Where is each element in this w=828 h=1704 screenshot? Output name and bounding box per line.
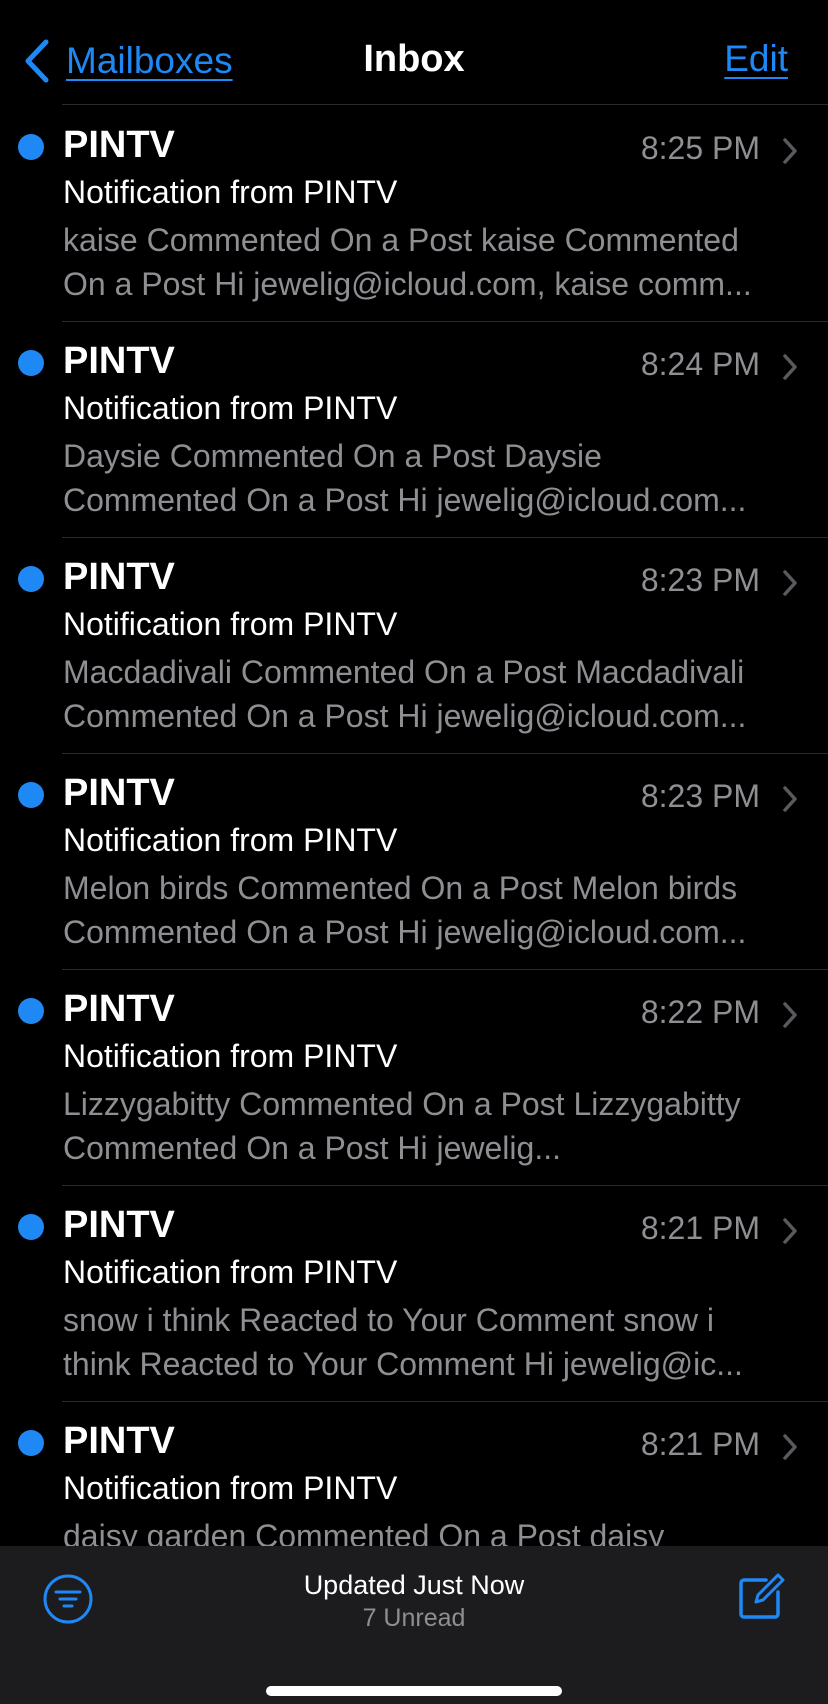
- bottom-toolbar: Updated Just Now 7 Unread: [0, 1546, 828, 1704]
- unread-indicator: [18, 566, 44, 592]
- mail-inbox-screen: Mailboxes Inbox Edit PINTV 8:25 PM Notif…: [0, 0, 828, 1704]
- message-preview: Lizzygabitty Commented On a Post Lizzyga…: [63, 1086, 741, 1166]
- message-sender: PINTV: [63, 772, 175, 814]
- unread-indicator: [18, 1430, 44, 1456]
- page-title: Inbox: [363, 38, 465, 80]
- chevron-right-icon: [780, 784, 800, 814]
- chevron-right-icon: [780, 1432, 800, 1462]
- unread-indicator: [18, 134, 44, 160]
- message-row[interactable]: PINTV 8:22 PM Notification from PINTV Li…: [0, 970, 828, 1186]
- message-sender: PINTV: [63, 556, 175, 598]
- message-row[interactable]: PINTV 8:25 PM Notification from PINTV ka…: [0, 106, 828, 322]
- message-sender: PINTV: [63, 1204, 175, 1246]
- unread-indicator: [18, 350, 44, 376]
- message-sender: PINTV: [63, 124, 175, 166]
- message-time: 8:24 PM: [640, 346, 760, 382]
- message-row[interactable]: PINTV 8:21 PM Notification from PINTV sn…: [0, 1186, 828, 1402]
- unread-count: 7 Unread: [362, 1604, 466, 1632]
- message-subject: Notification from PINTV: [63, 390, 398, 426]
- message-subject: Notification from PINTV: [63, 174, 398, 210]
- unread-indicator: [18, 1214, 44, 1240]
- message-row[interactable]: PINTV 8:21 PM Notification from PINTV da…: [0, 1402, 828, 1546]
- message-time: 8:23 PM: [640, 778, 760, 814]
- chevron-right-icon: [780, 352, 800, 382]
- message-list[interactable]: PINTV 8:25 PM Notification from PINTV ka…: [0, 106, 828, 1546]
- message-row[interactable]: PINTV 8:23 PM Notification from PINTV Ma…: [0, 538, 828, 754]
- message-time: 8:21 PM: [640, 1210, 760, 1246]
- message-subject: Notification from PINTV: [63, 1470, 398, 1506]
- message-preview: kaise Commented On a Post kaise Commente…: [63, 222, 752, 302]
- home-indicator[interactable]: [266, 1686, 562, 1696]
- message-row[interactable]: PINTV 8:23 PM Notification from PINTV Me…: [0, 754, 828, 970]
- unread-indicator: [18, 998, 44, 1024]
- chevron-right-icon: [780, 136, 800, 166]
- chevron-right-icon: [780, 568, 800, 598]
- message-subject: Notification from PINTV: [63, 1254, 398, 1290]
- nav-divider: [62, 104, 828, 105]
- unread-indicator: [18, 782, 44, 808]
- edit-button[interactable]: Edit: [724, 38, 788, 80]
- navigation-bar: Mailboxes Inbox Edit: [0, 0, 828, 106]
- message-preview: daisy garden Commented On a Post daisy: [63, 1518, 665, 1546]
- message-subject: Notification from PINTV: [63, 606, 398, 642]
- mailbox-status: Updated Just Now 7 Unread: [0, 1568, 828, 1634]
- compose-button[interactable]: [736, 1572, 786, 1622]
- message-sender: PINTV: [63, 988, 175, 1030]
- message-preview: Daysie Commented On a Post Daysie Commen…: [63, 438, 747, 518]
- message-row[interactable]: PINTV 8:24 PM Notification from PINTV Da…: [0, 322, 828, 538]
- compose-icon: [736, 1572, 786, 1622]
- message-sender: PINTV: [63, 340, 175, 382]
- message-preview: Melon birds Commented On a Post Melon bi…: [63, 870, 747, 950]
- message-subject: Notification from PINTV: [63, 1038, 398, 1074]
- message-time: 8:22 PM: [640, 994, 760, 1030]
- message-preview: Macdadivali Commented On a Post Macdadiv…: [63, 654, 747, 734]
- message-time: 8:23 PM: [640, 562, 760, 598]
- message-time: 8:25 PM: [640, 130, 760, 166]
- message-preview: snow i think Reacted to Your Comment sno…: [63, 1302, 743, 1382]
- message-time: 8:21 PM: [640, 1426, 760, 1462]
- chevron-right-icon: [780, 1000, 800, 1030]
- message-sender: PINTV: [63, 1420, 175, 1462]
- message-subject: Notification from PINTV: [63, 822, 398, 858]
- update-status: Updated Just Now: [303, 1570, 525, 1600]
- chevron-right-icon: [780, 1216, 800, 1246]
